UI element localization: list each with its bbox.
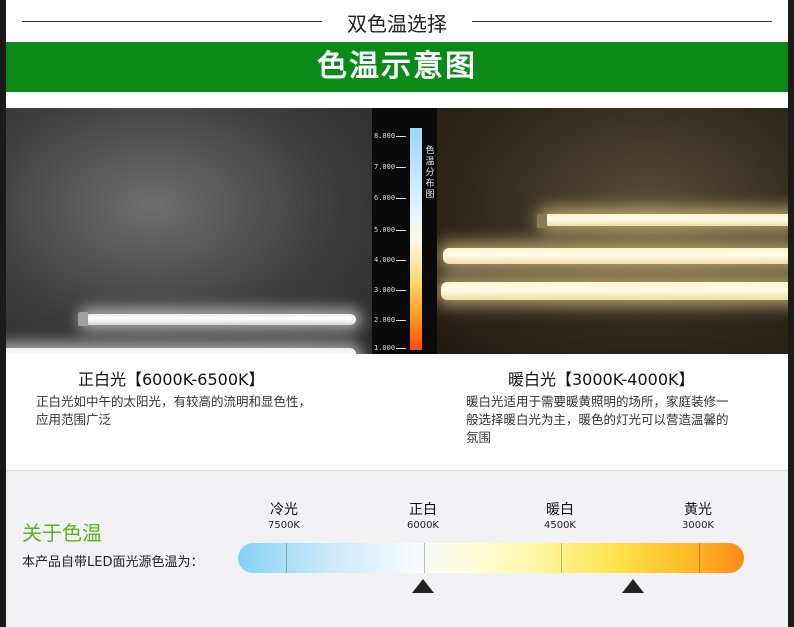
desc-line: 般选择暖白光为主，暖色的灯光可以营造温馨的 <box>466 412 729 427</box>
marker-temp: 6000K <box>406 520 439 531</box>
gradient-divider <box>424 543 425 573</box>
tube-end-cap <box>537 214 547 228</box>
scale-gradient-bar <box>410 128 422 350</box>
led-tube <box>443 248 788 264</box>
cool-white-title: 正白光【6000K-6500K】 <box>78 370 265 389</box>
warm-white-description: 暖白光适用于需要暖黄照明的场所，家庭装修一 般选择暖白光为主，暖色的灯光可以营造… <box>466 393 729 447</box>
warm-white-photo <box>437 108 788 354</box>
tube-end-cap <box>78 312 88 326</box>
marker-name: 正白 <box>409 502 437 518</box>
marker-name: 黄光 <box>684 502 712 518</box>
color-temperature-scale: 8.000 7.000 6.000 5.000 4.000 3.000 2.00… <box>372 108 437 354</box>
indicator-triangle <box>622 579 644 593</box>
indicator-triangle <box>412 579 434 593</box>
scale-tick: 2.000 <box>374 316 408 324</box>
marker-temp: 7500K <box>267 520 300 531</box>
marker-name: 暖白 <box>546 502 574 518</box>
temperature-gradient-bar <box>238 543 744 573</box>
scale-tick: 1.000 <box>374 344 408 352</box>
scale-tick: 8.000 <box>374 132 408 140</box>
about-color-temperature: 关于色温 本产品自带LED面光源色温为： 冷光 7500K 正白 6000K 暖… <box>6 470 788 627</box>
marker-cool: 冷光 7500K <box>244 499 324 531</box>
section-header: 双色温选择 <box>6 0 788 42</box>
led-tube <box>543 214 788 226</box>
section-title: 双色温选择 <box>347 12 447 36</box>
cool-white-description: 正白光如中午的太阳光，有较高的流明和显色性， 应用范围广泛 <box>36 393 311 429</box>
scale-tick: 4.000 <box>374 256 408 264</box>
scale-tick: 7.000 <box>374 163 408 171</box>
desc-line: 暖白光适用于需要暖黄照明的场所，家庭装修一 <box>466 394 729 409</box>
page: 双色温选择 色温示意图 8.000 7.000 6.000 5.000 4.00… <box>6 0 788 627</box>
banner-title: 色温示意图 <box>6 42 788 92</box>
marker-neutral: 正白 6000K <box>383 499 463 531</box>
led-tube <box>441 282 788 300</box>
product-temp-label: 本产品自带LED面光源色温为： <box>22 555 204 570</box>
scale-label: 色温分布图 <box>425 146 435 200</box>
led-tube <box>84 314 356 325</box>
desc-line: 正白光如中午的太阳光，有较高的流明和显色性， <box>36 394 312 409</box>
scale-tick: 6.000 <box>374 194 408 202</box>
about-title: 关于色温 <box>22 521 102 545</box>
marker-warm: 暖白 4500K <box>520 499 600 531</box>
gradient-divider <box>286 543 287 573</box>
warm-white-title: 暖白光【3000K-4000K】 <box>508 370 695 389</box>
gradient-divider <box>699 543 700 573</box>
desc-line: 应用范围广泛 <box>36 412 112 427</box>
gradient-divider <box>561 543 562 573</box>
scale-tick: 5.000 <box>374 226 408 234</box>
cool-white-photo <box>6 108 372 354</box>
scale-tick: 3.000 <box>374 286 408 294</box>
marker-temp: 3000K <box>681 520 714 531</box>
marker-name: 冷光 <box>270 502 298 518</box>
header-divider-left <box>22 21 322 22</box>
led-tube <box>6 348 356 354</box>
marker-yellow: 黄光 3000K <box>658 499 738 531</box>
desc-line: 氛围 <box>466 430 492 445</box>
header-divider-right <box>472 21 772 22</box>
marker-temp: 4500K <box>543 520 576 531</box>
